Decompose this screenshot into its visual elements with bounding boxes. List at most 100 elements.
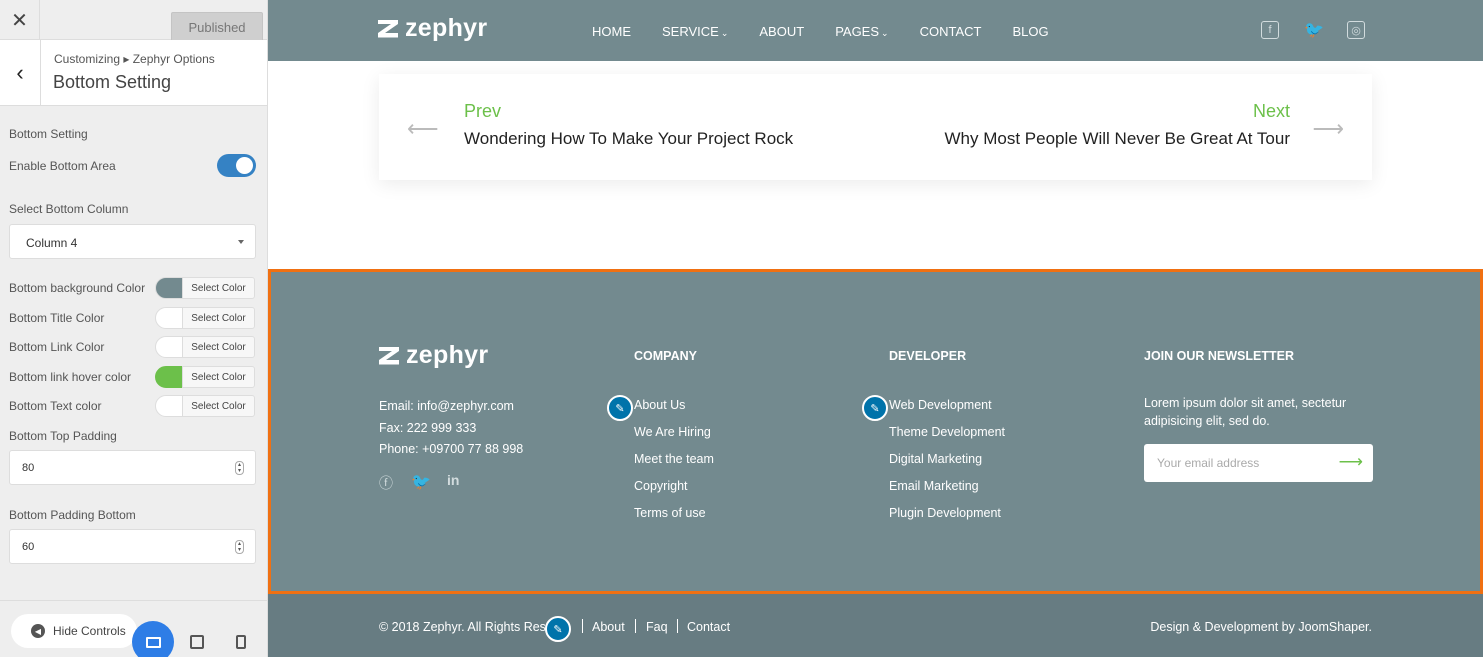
enable-bottom-label: Enable Bottom Area	[9, 159, 116, 173]
footer-logo[interactable]: zephyr	[379, 341, 488, 370]
hide-controls-button[interactable]: ◀ Hide Controls	[11, 614, 137, 648]
enable-bottom-toggle[interactable]	[217, 154, 256, 177]
site-logo[interactable]: zephyr	[378, 14, 487, 43]
customizer-panel: ✕ Published ‹ Customizing ▸ Zephyr Optio…	[0, 0, 268, 657]
next-label[interactable]: Next	[1253, 101, 1290, 122]
footer-link[interactable]: Theme Development	[889, 425, 1005, 439]
logo-mark-icon	[379, 347, 399, 365]
customizer-footer: ◀ Hide Controls	[0, 600, 267, 657]
back-arrow-icon[interactable]: ‹	[0, 40, 41, 106]
breadcrumb: Customizing ▸ Zephyr Options	[54, 52, 215, 66]
footer-phone: Phone: +09700 77 88 998	[379, 442, 524, 456]
color-swatch[interactable]	[155, 395, 183, 417]
toggle-knob	[236, 157, 253, 174]
email-placeholder: Your email address	[1157, 456, 1260, 470]
color-label: Bottom Title Color	[9, 311, 105, 325]
top-padding-input[interactable]: 80 ▴ ▾	[9, 450, 256, 485]
copyright-link-contact[interactable]: Contact	[687, 620, 730, 634]
copyright-bar: © 2018 Zephyr. All Rights Rese ✎ About F…	[268, 594, 1483, 657]
prev-label[interactable]: Prev	[464, 101, 501, 122]
select-color-button[interactable]: Select Color	[182, 336, 255, 358]
footer-link[interactable]: Terms of use	[634, 506, 706, 520]
select-color-button[interactable]: Select Color	[182, 277, 255, 299]
logo-text: zephyr	[405, 14, 488, 42]
published-button[interactable]: Published	[171, 12, 263, 42]
footer-link[interactable]: Digital Marketing	[889, 452, 982, 466]
newsletter-text: Lorem ipsum dolor sit amet, sectetur	[1144, 396, 1347, 410]
spinner-icon[interactable]: ▴ ▾	[235, 540, 244, 554]
chevron-down-icon: ⌄	[720, 28, 729, 38]
mobile-preview-icon[interactable]	[236, 635, 246, 649]
copyright-link-about[interactable]: About	[592, 620, 625, 634]
footer-link[interactable]: Meet the team	[634, 452, 714, 466]
prev-post-title[interactable]: Wondering How To Make Your Project Rock	[464, 129, 793, 149]
color-label: Bottom Text color	[9, 399, 102, 413]
color-swatch[interactable]	[155, 366, 183, 388]
next-post-title[interactable]: Why Most People Will Never Be Great At T…	[945, 129, 1290, 149]
edit-pencil-icon[interactable]: ✎	[607, 395, 633, 421]
credit-text: Design & Development by JoomShaper.	[1150, 620, 1372, 634]
facebook-icon[interactable]: ⓕ	[379, 473, 393, 493]
site-header: zephyr HOME SERVICE ⌄ ABOUT PAGES ⌄ CONTAC…	[268, 0, 1483, 61]
group-label: Bottom Setting	[9, 127, 88, 141]
instagram-icon[interactable]: ◎	[1347, 21, 1365, 39]
main-nav: HOME SERVICE ⌄ ABOUT PAGES ⌄ CONTACT BLOG	[592, 24, 1080, 39]
arrow-left-icon[interactable]: ⟵	[407, 116, 439, 142]
chevron-down-icon: ⌄	[881, 28, 889, 38]
separator	[635, 619, 636, 633]
select-color-button[interactable]: Select Color	[182, 307, 255, 329]
top-padding-label: Bottom Top Padding	[9, 429, 117, 443]
column-select[interactable]: Column 4	[9, 224, 256, 259]
footer-link[interactable]: Copyright	[634, 479, 688, 493]
bottom-padding-value: 60	[22, 541, 35, 553]
select-color-button[interactable]: Select Color	[182, 366, 255, 388]
post-navigation: ⟵ Prev Wondering How To Make Your Projec…	[379, 74, 1372, 180]
bottom-padding-input[interactable]: 60 ▴ ▾	[9, 529, 256, 564]
company-heading: COMPANY	[634, 349, 697, 363]
copyright-link-faq[interactable]: Faq	[646, 620, 668, 634]
color-label: Bottom link hover color	[9, 370, 132, 384]
section-header: ‹ Customizing ▸ Zephyr Options Bottom Se…	[0, 40, 267, 106]
tablet-preview-icon[interactable]	[190, 635, 204, 649]
nav-pages[interactable]: PAGES ⌄	[835, 24, 888, 39]
color-label: Bottom background Color	[9, 281, 146, 295]
desktop-preview-icon[interactable]	[132, 621, 174, 657]
twitter-icon[interactable]: 🐦	[1304, 21, 1324, 39]
footer-email: Email: info@zephyr.com	[379, 399, 514, 413]
linkedin-icon[interactable]: in	[447, 472, 459, 488]
nav-about[interactable]: ABOUT	[759, 24, 804, 39]
newsletter-heading: JOIN OUR NEWSLETTER	[1144, 349, 1295, 363]
separator	[582, 619, 583, 633]
footer-link[interactable]: About Us	[634, 398, 685, 412]
site-preview: zephyr HOME SERVICE ⌄ ABOUT PAGES ⌄ CONTAC…	[268, 0, 1483, 657]
footer-link[interactable]: Plugin Development	[889, 506, 1001, 520]
select-color-button[interactable]: Select Color	[182, 395, 255, 417]
spinner-icon[interactable]: ▴ ▾	[235, 461, 244, 475]
color-swatch[interactable]	[155, 277, 183, 299]
edit-pencil-icon[interactable]: ✎	[862, 395, 888, 421]
section-title: Bottom Setting	[53, 72, 172, 92]
footer-link[interactable]: Email Marketing	[889, 479, 979, 493]
logo-text: zephyr	[406, 341, 489, 369]
nav-home[interactable]: HOME	[592, 24, 631, 39]
footer-link[interactable]: We Are Hiring	[634, 425, 711, 439]
customizer-topbar: ✕ Published	[0, 0, 267, 42]
color-swatch[interactable]	[155, 336, 183, 358]
footer-fax: Fax: 222 999 333	[379, 421, 477, 435]
color-swatch[interactable]	[155, 307, 183, 329]
newsletter-text: adipisicing elit, sed do.	[1144, 414, 1270, 428]
twitter-icon[interactable]: 🐦	[411, 472, 431, 492]
nav-service[interactable]: SERVICE ⌄	[662, 24, 728, 39]
nav-blog[interactable]: BLOG	[1012, 24, 1048, 39]
footer-link[interactable]: Web Development	[889, 398, 992, 412]
hide-controls-label: Hide Controls	[53, 624, 126, 638]
close-icon[interactable]: ✕	[0, 0, 40, 40]
arrow-right-icon[interactable]: ⟶	[1339, 452, 1363, 472]
color-label: Bottom Link Color	[9, 340, 105, 354]
nav-contact[interactable]: CONTACT	[920, 24, 982, 39]
arrow-right-icon[interactable]: ⟶	[1312, 116, 1344, 142]
edit-pencil-icon[interactable]: ✎	[545, 616, 571, 642]
facebook-icon[interactable]: f	[1261, 21, 1279, 39]
collapse-icon: ◀	[31, 624, 45, 638]
newsletter-email-input[interactable]: Your email address ⟶	[1144, 444, 1373, 482]
